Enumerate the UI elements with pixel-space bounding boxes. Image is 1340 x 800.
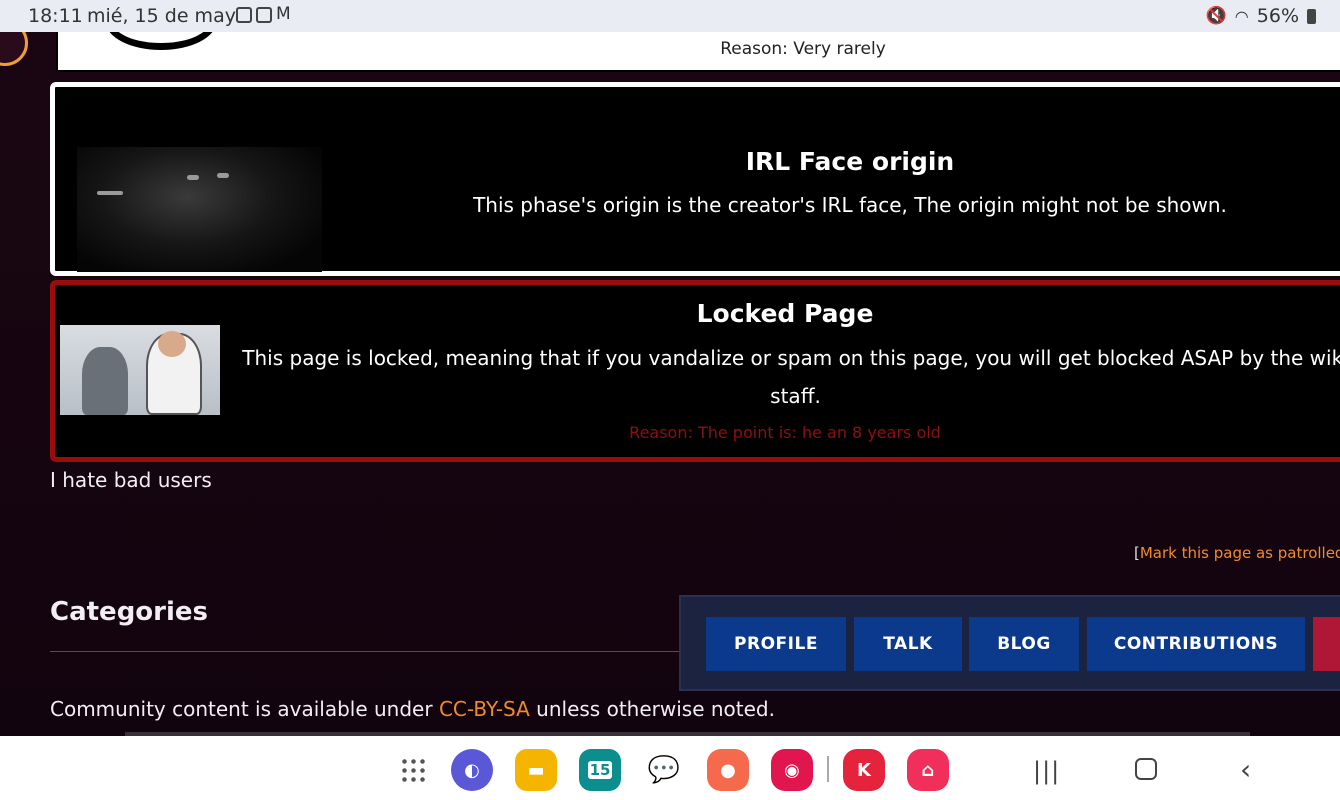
locked-page-image[interactable]: [60, 325, 220, 415]
footer-prefix: Community content is available under: [50, 697, 439, 721]
tab-blog[interactable]: BLOG: [969, 617, 1079, 671]
wifi-icon: ◠: [1234, 6, 1249, 26]
locked-box-title: Locked Page: [696, 299, 874, 328]
face-eye: [187, 175, 199, 180]
mute-icon: 🔇: [1205, 6, 1227, 26]
calendar-icon[interactable]: 15: [579, 749, 621, 791]
irl-box-title: IRL Face origin: [745, 147, 955, 176]
notification-icons: M: [236, 4, 294, 24]
system-icons: 🔇 ◠ 56%: [1206, 5, 1316, 27]
gmail-icon: M: [276, 4, 291, 24]
template-box-top: Reason: Very rarely: [56, 32, 1340, 72]
mark-patrolled-link[interactable]: Mark this page as patrolled: [1140, 544, 1340, 562]
categories-divider: [50, 651, 690, 652]
license-footer: Community content is available under CC-…: [50, 697, 775, 721]
kinemaster-icon[interactable]: K: [843, 749, 885, 791]
irl-box-text: This phase's origin is the creator's IRL…: [473, 193, 1227, 217]
battery-percent: 56%: [1256, 5, 1299, 27]
messages-icon[interactable]: 💬: [643, 749, 685, 791]
user-avatar-edge[interactable]: [0, 32, 28, 66]
tab-talk[interactable]: TALK: [854, 617, 962, 671]
messenger-icon: [256, 7, 272, 23]
patrol-line: [Mark this page as patrolled: [1134, 544, 1340, 562]
figure-left: [82, 347, 128, 415]
contacts-icon[interactable]: ●: [707, 749, 749, 791]
home-button[interactable]: [1135, 758, 1157, 780]
locked-page-box: Locked Page This page is locked, meaning…: [50, 280, 1340, 462]
internet-icon[interactable]: ◐: [451, 749, 493, 791]
galaxy-store-icon[interactable]: ⌂: [907, 749, 949, 791]
status-date: mié, 15 de may: [87, 5, 236, 27]
tab-contributions[interactable]: CONTRIBUTIONS: [1087, 617, 1305, 671]
face-eye: [217, 173, 229, 178]
battery-icon: [1307, 8, 1316, 24]
calendar-day: 15: [587, 761, 613, 779]
page-body-text: I hate bad users: [50, 468, 212, 492]
tab-profile[interactable]: PROFILE: [706, 617, 846, 671]
figure-head: [158, 331, 186, 357]
user-tabs-bar: PROFILE TALK BLOG CONTRIBUTIONS: [679, 595, 1340, 691]
navigation-bar: ◐ ▬ 15 💬 ● ◉ K ⌂ ||| ‹: [0, 736, 1340, 800]
locked-box-text: This page is locked, meaning that if you…: [242, 346, 1340, 408]
dock-separator: [827, 756, 829, 782]
status-bar: 18:11 mié, 15 de may M 🔇 ◠ 56%: [0, 0, 1340, 32]
wiki-page[interactable]: Reason: Very rarely IRL Face origin This…: [0, 32, 1340, 736]
status-time: 18:11: [28, 5, 83, 27]
tab-overflow[interactable]: [1313, 617, 1340, 671]
recent-apps-button[interactable]: |||: [1033, 757, 1060, 785]
locked-box-reason: Reason: The point is: he an 8 years old: [629, 423, 941, 442]
back-button[interactable]: ‹: [1240, 753, 1251, 786]
cc-by-sa-link[interactable]: CC-BY-SA: [439, 697, 530, 721]
face-eye: [97, 191, 123, 195]
app-drawer-icon[interactable]: [400, 757, 426, 783]
files-icon[interactable]: ▬: [515, 749, 557, 791]
irl-face-origin-box: IRL Face origin This phase's origin is t…: [50, 82, 1340, 276]
screen-recorder-icon[interactable]: ◉: [771, 749, 813, 791]
categories-heading: Categories: [50, 597, 209, 627]
irl-face-image[interactable]: [77, 147, 322, 272]
gallery-icon: [236, 7, 252, 23]
footer-suffix: unless otherwise noted.: [529, 697, 775, 721]
top-box-reason: Reason: Very rarely: [720, 39, 886, 59]
